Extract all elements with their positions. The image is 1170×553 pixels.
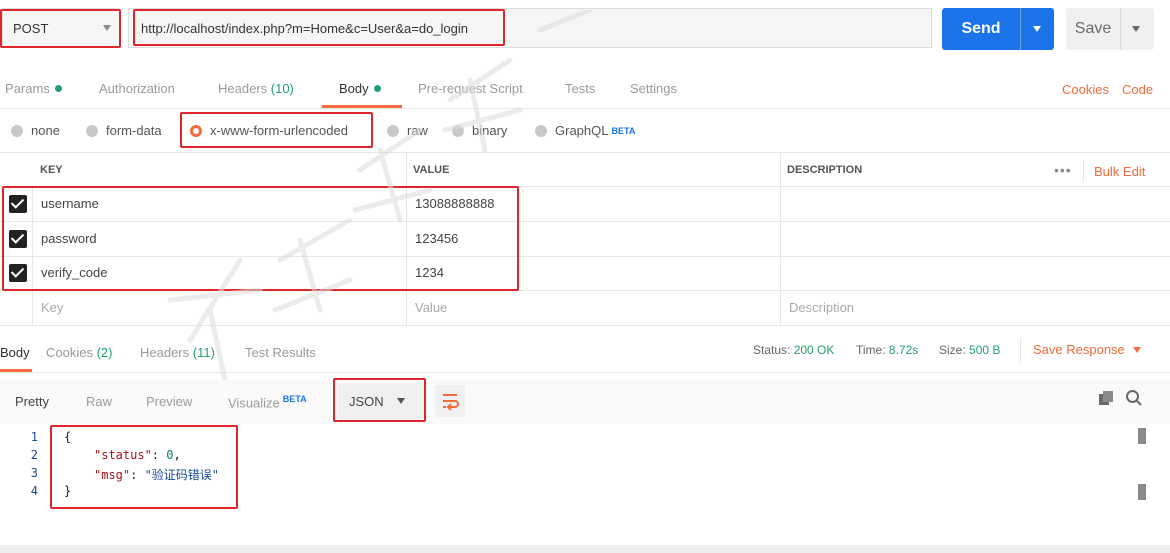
code-line: { [64, 430, 72, 444]
url-input[interactable]: http://localhost/index.php?m=Home&c=User… [128, 8, 932, 48]
response-tab-test-results[interactable]: Test Results [245, 345, 316, 360]
line-number: 1 [30, 430, 38, 444]
tab-settings[interactable]: Settings [630, 81, 677, 96]
radio-urlencoded[interactable]: x-www-form-urlencoded [190, 123, 348, 138]
method-select[interactable]: POST [2, 8, 120, 48]
save-response-button[interactable]: Save Response [1033, 342, 1141, 357]
new-description-input[interactable]: Description [789, 300, 854, 315]
view-pretty[interactable]: Pretty [15, 394, 49, 409]
editor-scrollbar[interactable] [1138, 428, 1146, 510]
tab-authorization[interactable]: Authorization [99, 81, 175, 96]
search-icon[interactable] [1125, 389, 1143, 407]
line-number: 3 [30, 466, 38, 480]
send-options-chevron-icon[interactable] [1033, 26, 1041, 32]
radio-binary[interactable]: binary [452, 123, 507, 138]
copy-icon[interactable] [1098, 390, 1114, 406]
row-checkbox-verify-code[interactable] [9, 264, 27, 282]
bulk-edit-link[interactable]: Bulk Edit [1094, 164, 1145, 179]
param-value[interactable]: 123456 [415, 231, 458, 246]
row-checkbox-password[interactable] [9, 230, 27, 248]
param-key[interactable]: password [41, 231, 97, 246]
param-value[interactable]: 1234 [415, 265, 444, 280]
code-link[interactable]: Code [1122, 82, 1153, 97]
headers-count: (10) [270, 81, 294, 96]
radio-icon [86, 124, 98, 137]
view-raw[interactable]: Raw [86, 394, 112, 409]
tab-headers[interactable]: Headers (10) [218, 81, 294, 96]
column-header-value: VALUE [413, 164, 450, 176]
radio-form-data[interactable]: form-data [86, 123, 162, 138]
tab-params[interactable]: Params [5, 81, 62, 96]
send-button[interactable]: Send [942, 8, 1054, 50]
radio-icon [535, 124, 547, 137]
new-value-input[interactable]: Value [415, 300, 447, 315]
response-tab-cookies[interactable]: Cookies (2) [46, 345, 112, 360]
chevron-down-icon [1132, 347, 1141, 353]
beta-badge: BETA [282, 394, 307, 404]
response-size: Size: 500 B [939, 343, 1001, 357]
radio-icon [387, 124, 399, 137]
tab-body[interactable]: Body [339, 81, 381, 96]
method-value: POST [13, 20, 49, 36]
wrap-lines-button[interactable] [435, 385, 465, 417]
save-options-chevron-icon[interactable] [1132, 26, 1140, 32]
tab-tests[interactable]: Tests [565, 81, 595, 96]
response-status: Status: 200 OK [753, 343, 835, 357]
cookies-link[interactable]: Cookies [1062, 82, 1109, 97]
body-indicator-icon [373, 85, 381, 92]
save-button[interactable]: Save [1066, 8, 1154, 50]
column-header-description: DESCRIPTION [787, 164, 863, 176]
radio-icon [11, 124, 23, 137]
beta-badge: BETA [611, 125, 636, 136]
response-tab-headers[interactable]: Headers (11) [140, 345, 215, 360]
chevron-down-icon [397, 398, 405, 404]
code-line: "status": 0, [94, 448, 181, 462]
format-select[interactable]: JSON [337, 383, 423, 419]
more-options-icon[interactable]: ••• [1054, 162, 1072, 178]
radio-raw[interactable]: raw [387, 123, 428, 138]
save-label: Save [1074, 20, 1112, 37]
code-line: } [64, 484, 72, 498]
radio-none[interactable]: none [11, 123, 60, 138]
view-preview[interactable]: Preview [146, 394, 192, 409]
code-line: "msg": "验证码错误" [94, 468, 220, 482]
line-number: 2 [30, 448, 38, 462]
tab-prerequest-script[interactable]: Pre-request Script [418, 81, 523, 96]
radio-selected-icon [190, 124, 202, 137]
param-key[interactable]: verify_code [41, 265, 107, 280]
radio-icon [452, 124, 464, 137]
wrap-lines-icon [443, 394, 459, 411]
new-key-input[interactable]: Key [41, 300, 63, 315]
send-label: Send [961, 20, 1001, 37]
column-header-key: KEY [40, 164, 63, 176]
line-number: 4 [30, 484, 38, 498]
response-tab-body[interactable]: Body [0, 345, 30, 360]
params-indicator-icon [54, 85, 62, 92]
radio-graphql[interactable]: GraphQL BETA [535, 123, 635, 138]
param-key[interactable]: username [41, 196, 99, 211]
response-time: Time: 8.72s [856, 343, 919, 357]
view-visualize[interactable]: Visualize BETA [228, 394, 307, 410]
chevron-down-icon [103, 25, 111, 31]
row-checkbox-username[interactable] [9, 195, 27, 213]
param-value[interactable]: 13088888888 [415, 196, 495, 211]
url-value: http://localhost/index.php?m=Home&c=User… [141, 20, 469, 36]
